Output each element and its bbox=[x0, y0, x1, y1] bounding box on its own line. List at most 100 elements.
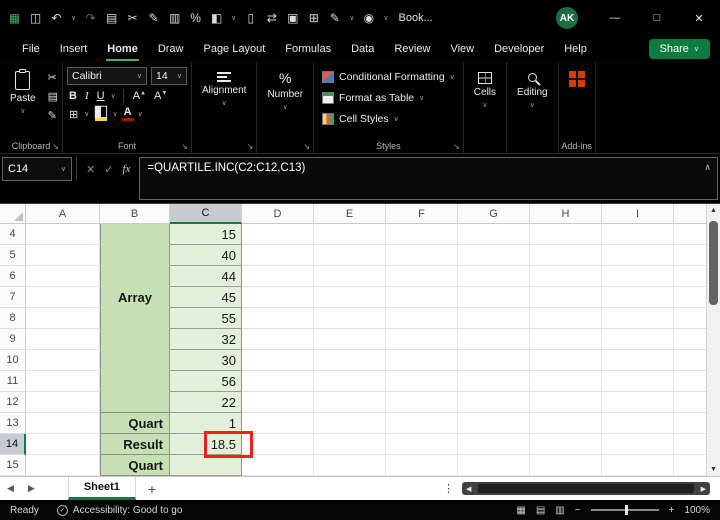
formula-input[interactable]: =QUARTILE.INC(C2:C12,C13) ∧ bbox=[139, 157, 718, 200]
account-avatar[interactable]: AK bbox=[556, 7, 578, 29]
shrink-font-button[interactable]: A▼ bbox=[152, 90, 169, 102]
font-size-select[interactable]: 14 ∨ bbox=[150, 67, 187, 85]
cell-b10[interactable] bbox=[100, 350, 170, 371]
horizontal-scrollbar-thumb[interactable] bbox=[478, 484, 694, 493]
percent-icon[interactable]: % bbox=[189, 11, 202, 25]
empty-cells[interactable] bbox=[242, 308, 720, 329]
row-header[interactable]: 6 bbox=[0, 266, 26, 287]
empty-cells[interactable] bbox=[242, 287, 720, 308]
page-layout-view-icon[interactable]: ▤ bbox=[536, 505, 545, 516]
empty-cells[interactable] bbox=[242, 245, 720, 266]
column-header-c[interactable]: C bbox=[170, 204, 242, 224]
cell-a8[interactable] bbox=[26, 308, 100, 329]
switch-windows-icon[interactable]: ⇄ bbox=[265, 11, 278, 25]
add-sheet-button[interactable]: + bbox=[136, 481, 168, 497]
minimize-button[interactable]: — bbox=[594, 0, 636, 36]
borders-chevron-icon[interactable]: ∨ bbox=[84, 110, 89, 118]
zoom-out-button[interactable]: − bbox=[575, 505, 581, 516]
fill-color-chevron-icon[interactable]: ∨ bbox=[112, 110, 117, 118]
cell-a6[interactable] bbox=[26, 266, 100, 287]
accessibility-status[interactable]: ✓ Accessibility: Good to go bbox=[56, 504, 182, 516]
cell-b5[interactable] bbox=[100, 245, 170, 266]
page-break-view-icon[interactable]: ▥ bbox=[555, 505, 564, 516]
zoom-slider[interactable] bbox=[590, 505, 659, 515]
cell-b4[interactable] bbox=[100, 224, 170, 245]
cell-b12[interactable] bbox=[100, 392, 170, 413]
column-header-d[interactable]: D bbox=[242, 204, 314, 224]
insert-function-button[interactable]: fx bbox=[122, 163, 130, 175]
tab-file[interactable]: File bbox=[12, 37, 50, 61]
cell-b15[interactable]: Quart bbox=[100, 455, 170, 476]
underline-chevron-icon[interactable]: ∨ bbox=[111, 92, 116, 100]
cancel-entry-button[interactable]: ✕ bbox=[86, 163, 95, 176]
copy-icon[interactable]: ▤ bbox=[105, 11, 118, 25]
tab-draw[interactable]: Draw bbox=[148, 37, 194, 61]
name-box[interactable]: C14 ∨ bbox=[2, 157, 72, 181]
tab-review[interactable]: Review bbox=[384, 37, 440, 61]
undo-icon[interactable]: ↶ bbox=[50, 11, 63, 25]
scroll-down-icon[interactable]: ▼ bbox=[710, 466, 717, 473]
clipboard-dialog-launcher-icon[interactable]: ↘ bbox=[52, 142, 59, 151]
cell-a5[interactable] bbox=[26, 245, 100, 266]
addins-button[interactable] bbox=[563, 67, 591, 89]
cell-a7[interactable] bbox=[26, 287, 100, 308]
cell-a15[interactable] bbox=[26, 455, 100, 476]
cell-a12[interactable] bbox=[26, 392, 100, 413]
number-dialog-launcher-icon[interactable]: ↘ bbox=[303, 142, 310, 151]
cell-b13[interactable]: Quart bbox=[100, 413, 170, 434]
cell-c5[interactable]: 40 bbox=[170, 245, 242, 266]
row-header[interactable]: 10 bbox=[0, 350, 26, 371]
prev-sheet-icon[interactable]: ◀ bbox=[0, 483, 21, 494]
empty-cells[interactable] bbox=[242, 413, 720, 434]
confirm-entry-button[interactable]: ✓ bbox=[104, 163, 113, 176]
cell-c9[interactable]: 32 bbox=[170, 329, 242, 350]
ink-dropdown-chevron-icon[interactable]: ∨ bbox=[349, 14, 354, 22]
column-header-h[interactable]: H bbox=[530, 204, 602, 224]
camera-icon[interactable]: ▣ bbox=[286, 11, 299, 25]
cell-b8[interactable] bbox=[100, 308, 170, 329]
cell-b6[interactable] bbox=[100, 266, 170, 287]
bold-button[interactable]: B bbox=[67, 90, 79, 102]
column-header-b[interactable]: B bbox=[100, 204, 170, 224]
empty-cells[interactable] bbox=[242, 392, 720, 413]
scroll-right-icon[interactable]: ▶ bbox=[701, 485, 706, 493]
tab-formulas[interactable]: Formulas bbox=[275, 37, 341, 61]
tab-home[interactable]: Home bbox=[97, 37, 148, 61]
cell-c15[interactable] bbox=[170, 455, 242, 476]
cell-c10[interactable]: 30 bbox=[170, 350, 242, 371]
copy-button[interactable]: ▤ bbox=[48, 90, 58, 103]
font-color-chevron-icon[interactable]: ∨ bbox=[138, 110, 143, 118]
tab-sheet1[interactable]: Sheet1 bbox=[67, 477, 136, 500]
tab-data[interactable]: Data bbox=[341, 37, 384, 61]
qat-customize-chevron-icon[interactable]: ∨ bbox=[383, 14, 388, 22]
column-header-f[interactable]: F bbox=[386, 204, 458, 224]
empty-cells[interactable] bbox=[242, 434, 720, 455]
cells-button[interactable]: Cells ∨ bbox=[468, 67, 502, 111]
format-painter-button[interactable]: ✎ bbox=[48, 109, 58, 122]
cell-a14[interactable] bbox=[26, 434, 100, 455]
fill-color-icon[interactable]: ◧ bbox=[210, 11, 223, 25]
cell-a13[interactable] bbox=[26, 413, 100, 434]
cell-b9[interactable] bbox=[100, 329, 170, 350]
cell-a4[interactable] bbox=[26, 224, 100, 245]
row-header[interactable]: 4 bbox=[0, 224, 26, 245]
next-sheet-icon[interactable]: ▶ bbox=[21, 483, 42, 494]
row-header[interactable]: 13 bbox=[0, 413, 26, 434]
row-header[interactable]: 8 bbox=[0, 308, 26, 329]
close-button[interactable]: ✕ bbox=[678, 0, 720, 36]
italic-button[interactable]: I bbox=[83, 90, 91, 102]
empty-cells[interactable] bbox=[242, 224, 720, 245]
format-painter-icon[interactable]: ✎ bbox=[147, 11, 160, 25]
save-icon[interactable]: ◫ bbox=[29, 11, 42, 25]
tab-help[interactable]: Help bbox=[554, 37, 597, 61]
record-macro-icon[interactable]: ◉ bbox=[362, 11, 375, 25]
share-button[interactable]: Share ∨ bbox=[648, 39, 710, 59]
ink-pen-icon[interactable]: ✎ bbox=[328, 11, 341, 25]
normal-view-icon[interactable]: ▦ bbox=[516, 505, 525, 516]
cut-icon[interactable]: ✂ bbox=[126, 11, 139, 25]
cut-button[interactable]: ✂ bbox=[48, 71, 58, 84]
empty-cells[interactable] bbox=[242, 329, 720, 350]
font-dialog-launcher-icon[interactable]: ↘ bbox=[181, 142, 188, 151]
fill-color-button[interactable]: ◧ bbox=[93, 104, 108, 121]
cell-c8[interactable]: 55 bbox=[170, 308, 242, 329]
